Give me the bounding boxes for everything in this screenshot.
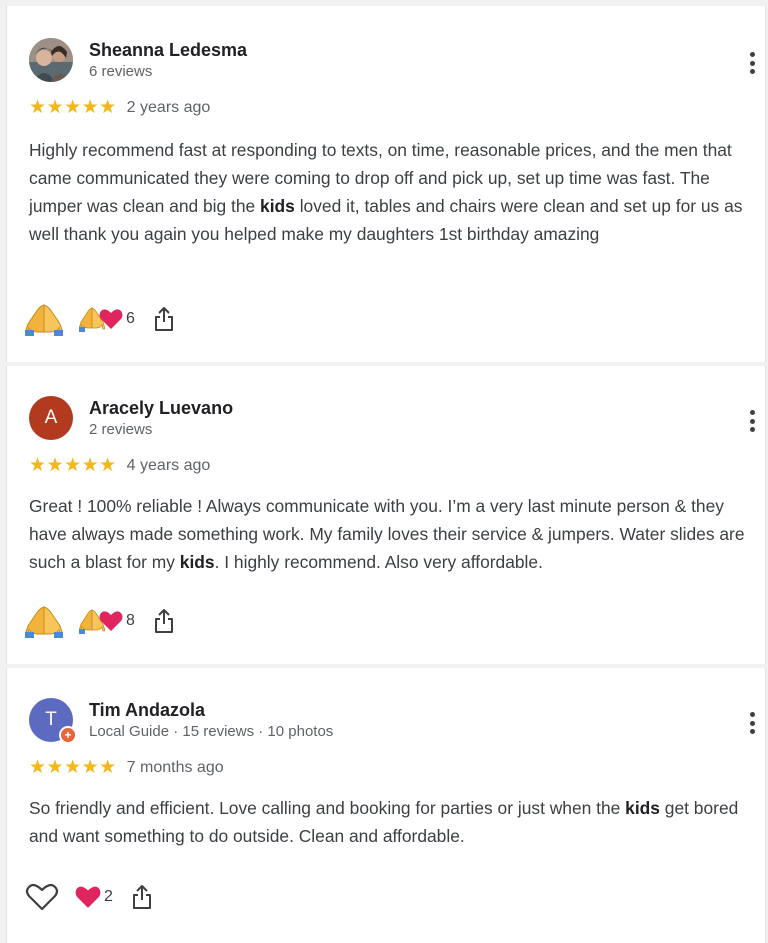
react-button[interactable] xyxy=(25,604,63,638)
reaction-count: 8 xyxy=(126,612,135,629)
review-card: A Aracely Luevano 2 reviews ★★★★★ 4 year… xyxy=(6,366,766,664)
pray-icon xyxy=(25,606,63,638)
share-button[interactable] xyxy=(131,884,153,910)
pray-icon xyxy=(25,304,63,336)
reaction-count: 6 xyxy=(126,310,135,327)
review-rating: ★★★★★ 4 years ago xyxy=(29,456,210,476)
review-header: Sheanna Ledesma 6 reviews xyxy=(29,38,247,82)
share-icon xyxy=(154,307,173,331)
review-actions: 8 xyxy=(25,604,175,638)
author-name[interactable]: Aracely Luevano xyxy=(89,398,233,419)
avatar[interactable] xyxy=(29,38,73,82)
review-header: T + Tim Andazola Local Guide · 15 review… xyxy=(29,698,334,744)
avatar-letter: A xyxy=(29,396,73,440)
author-name[interactable]: Sheanna Ledesma xyxy=(89,40,247,61)
review-card: Sheanna Ledesma 6 reviews ★★★★★ 2 years … xyxy=(6,6,766,362)
review-rating: ★★★★★ 2 years ago xyxy=(29,98,210,118)
review-text: Highly recommend fast at responding to t… xyxy=(29,140,743,244)
star-rating: ★★★★★ xyxy=(29,455,117,476)
more-options-button[interactable] xyxy=(745,50,759,76)
review-header: A Aracely Luevano 2 reviews xyxy=(29,396,233,440)
review-date: 7 months ago xyxy=(126,759,224,776)
share-icon xyxy=(154,609,173,633)
review-rating: ★★★★★ 7 months ago xyxy=(29,758,224,778)
author-meta: 6 reviews xyxy=(89,62,153,80)
review-text: Great ! 100% reliable ! Always communica… xyxy=(29,496,745,572)
like-button[interactable] xyxy=(25,882,59,912)
reaction-summary[interactable]: 8 xyxy=(79,608,135,634)
heart-icon xyxy=(75,886,101,908)
review-card: T + Tim Andazola Local Guide · 15 review… xyxy=(6,668,766,943)
review-actions: 6 xyxy=(25,302,175,336)
more-vert-icon xyxy=(749,410,755,415)
reaction-summary[interactable]: 2 xyxy=(75,885,113,909)
star-rating: ★★★★★ xyxy=(29,97,117,118)
share-button[interactable] xyxy=(153,608,175,634)
author-meta: Local Guide · 15 reviews · 10 photos xyxy=(89,722,334,740)
reviews-list: Sheanna Ledesma 6 reviews ★★★★★ 2 years … xyxy=(6,6,766,943)
star-rating: ★★★★★ xyxy=(29,757,117,778)
share-button[interactable] xyxy=(153,306,175,332)
author-name[interactable]: Tim Andazola xyxy=(89,700,333,721)
local-guide-badge-icon: + xyxy=(59,726,77,744)
react-button[interactable] xyxy=(25,302,63,336)
reaction-summary[interactable]: 6 xyxy=(79,306,135,332)
avatar[interactable]: A xyxy=(29,396,73,440)
review-date: 2 years ago xyxy=(126,99,211,116)
review-actions: 2 xyxy=(25,882,153,912)
person-photo-avatar-icon xyxy=(29,38,73,82)
share-icon xyxy=(132,885,151,909)
more-options-button[interactable] xyxy=(745,710,759,736)
more-vert-icon xyxy=(749,712,755,717)
heart-outline-icon xyxy=(25,883,59,911)
author-meta: 2 reviews xyxy=(89,420,153,438)
heart-icon xyxy=(99,611,123,631)
more-vert-icon xyxy=(749,52,755,57)
heart-icon xyxy=(99,309,123,329)
review-date: 4 years ago xyxy=(126,457,211,474)
review-text: So friendly and efficient. Love calling … xyxy=(29,798,739,846)
more-options-button[interactable] xyxy=(745,408,759,434)
reaction-count: 2 xyxy=(104,888,113,905)
avatar[interactable]: T + xyxy=(29,698,77,744)
